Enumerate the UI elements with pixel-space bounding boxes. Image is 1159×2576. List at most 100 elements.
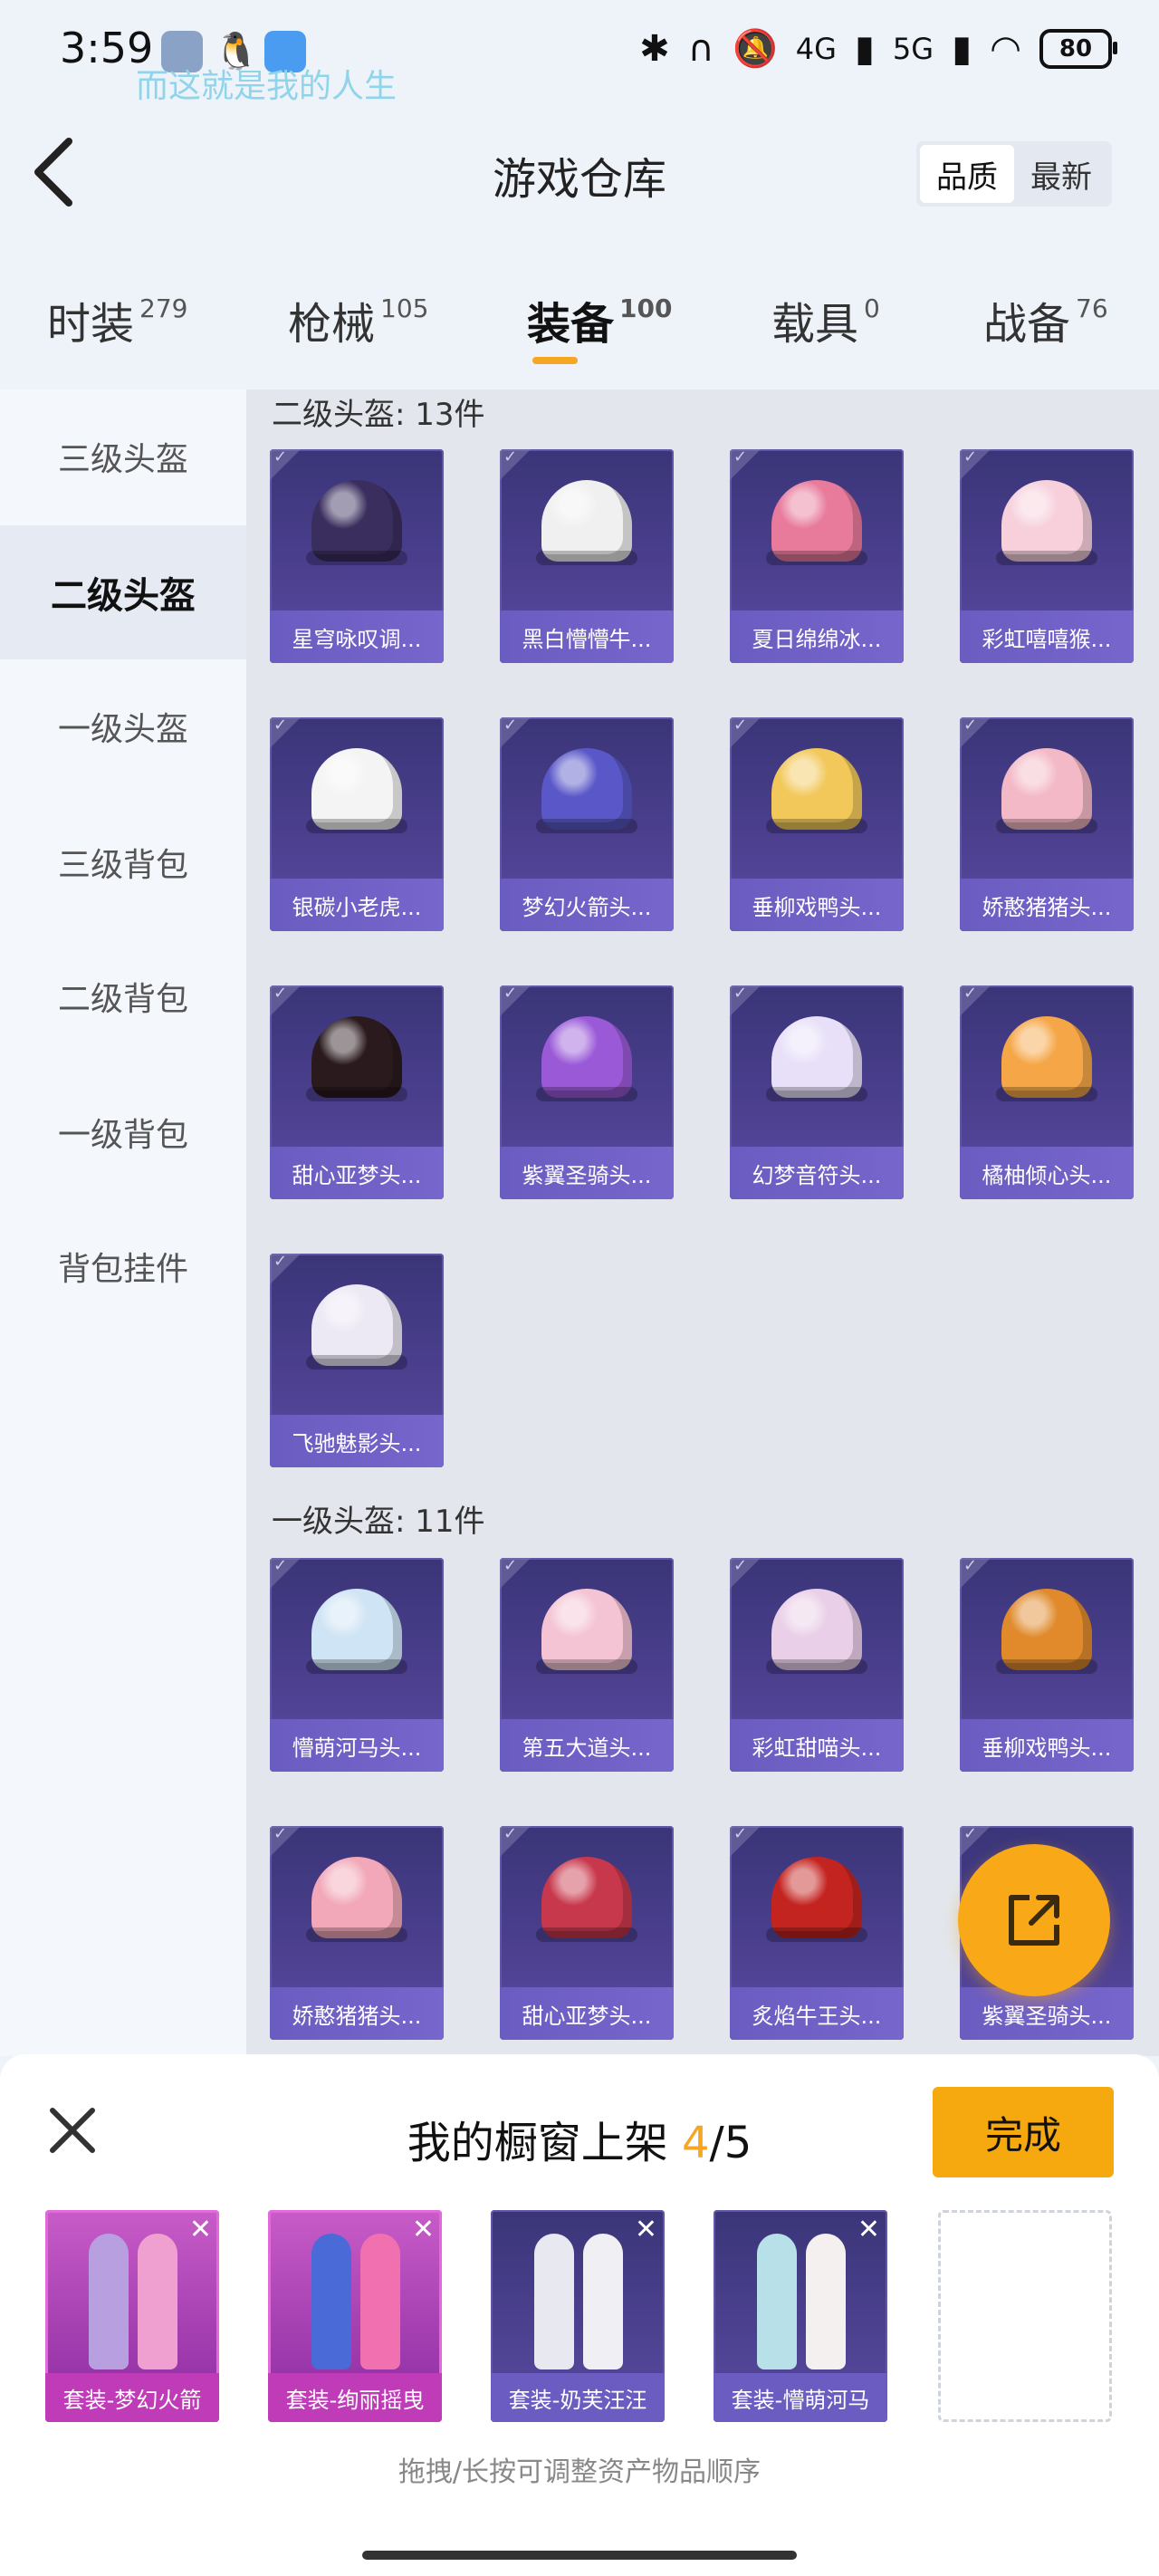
item-name: 幻梦音符头... bbox=[730, 1147, 904, 1199]
sidebar-item-level1-backpack[interactable]: 一级背包 bbox=[0, 1065, 246, 1199]
tab-count: 105 bbox=[380, 293, 429, 323]
sidebar-item-level3-backpack[interactable]: 三级背包 bbox=[0, 795, 246, 929]
check-icon bbox=[960, 449, 991, 480]
status-bar: 3:59 🐧 而这就是我的人生 ✱ ∩ 🔕 4G ▮ 5G ▮ ◠ 80 bbox=[0, 0, 1159, 109]
sidebar-item-level1-helmet[interactable]: 一级头盔 bbox=[0, 659, 246, 793]
helmet-item-card[interactable]: 懵萌河马头... bbox=[270, 1558, 444, 1772]
helmet-item-card[interactable]: 幻梦音符头... bbox=[730, 985, 904, 1199]
helmet-item-card[interactable]: 甜心亚梦头... bbox=[500, 1826, 674, 2040]
section-title-level1: 一级头盔: 11件 bbox=[272, 1504, 485, 1540]
showcase-slot[interactable]: ✕ 套装-梦幻火箭 bbox=[45, 2210, 219, 2422]
check-icon bbox=[960, 1558, 991, 1589]
outfit-figure bbox=[757, 2234, 797, 2369]
mute-icon: 🔕 bbox=[732, 28, 778, 70]
check-icon bbox=[500, 717, 531, 748]
helmet-image bbox=[306, 748, 407, 833]
helmet-image bbox=[536, 748, 637, 833]
sidebar: 三级头盔 二级头盔 一级头盔 三级背包 二级背包 一级背包 背包挂件 bbox=[0, 389, 246, 2056]
bluetooth-icon: ✱ bbox=[639, 27, 670, 70]
helmet-item-card[interactable]: 娇憨猪猪头... bbox=[270, 1826, 444, 2040]
showcase-slot[interactable]: ✕ 套装-奶芙汪汪 bbox=[491, 2210, 665, 2422]
item-name: 垂柳戏鸭头... bbox=[960, 1719, 1134, 1772]
share-button[interactable] bbox=[958, 1844, 1110, 1996]
item-name: 娇憨猪猪头... bbox=[960, 879, 1134, 931]
sidebar-item-level2-backpack[interactable]: 二级背包 bbox=[0, 929, 246, 1063]
helmet-image bbox=[996, 1016, 1097, 1101]
outfit-figure bbox=[89, 2234, 129, 2369]
sidebar-item-level2-helmet[interactable]: 二级头盔 bbox=[0, 525, 246, 659]
showcase-current-count: 4 bbox=[682, 2118, 710, 2168]
helmet-item-card[interactable]: 彩虹嘻嘻猴... bbox=[960, 449, 1134, 663]
remove-icon[interactable]: ✕ bbox=[635, 2214, 657, 2245]
tab-label: 载具 bbox=[771, 299, 859, 350]
item-name: 垂柳戏鸭头... bbox=[730, 879, 904, 931]
helmet-item-card[interactable]: 垂柳戏鸭头... bbox=[960, 1558, 1134, 1772]
remove-icon[interactable]: ✕ bbox=[857, 2214, 880, 2245]
tab-label: 战备 bbox=[983, 299, 1071, 350]
helmet-item-card[interactable]: 黑白懵懵牛... bbox=[500, 449, 674, 663]
showcase-title-text: 我的橱窗上架 bbox=[407, 2118, 682, 2168]
page-header: 游戏仓库 品质 最新 bbox=[0, 127, 1159, 226]
category-tabs: 时装 279 枪械 105 装备 100 载具 0 战备 76 bbox=[0, 272, 1159, 371]
helmet-image bbox=[996, 480, 1097, 565]
helmet-item-card[interactable]: 娇憨猪猪头... bbox=[960, 717, 1134, 931]
sort-quality-button[interactable]: 品质 bbox=[920, 145, 1014, 203]
helmet-image bbox=[996, 748, 1097, 833]
item-name: 夏日绵绵冰... bbox=[730, 610, 904, 663]
check-icon bbox=[500, 1558, 531, 1589]
signal-icon: ▮ bbox=[854, 27, 875, 70]
helmet-item-card[interactable]: 星穹咏叹调... bbox=[270, 449, 444, 663]
active-tab-indicator bbox=[532, 357, 578, 364]
helmet-image bbox=[536, 1016, 637, 1101]
helmet-item-card[interactable]: 垂柳戏鸭头... bbox=[730, 717, 904, 931]
tab-fashion[interactable]: 时装 279 bbox=[47, 288, 187, 351]
tab-count: 279 bbox=[139, 293, 188, 323]
tab-equipment[interactable]: 装备 100 bbox=[527, 288, 672, 351]
item-name: 黑白懵懵牛... bbox=[500, 610, 674, 663]
check-icon bbox=[960, 1826, 991, 1857]
helmet-item-card[interactable]: 飞驰魅影头... bbox=[270, 1254, 444, 1467]
helmet-item-card[interactable]: 彩虹甜喵头... bbox=[730, 1558, 904, 1772]
helmet-image bbox=[306, 1016, 407, 1101]
sidebar-item-backpack-pendant[interactable]: 背包挂件 bbox=[0, 1199, 246, 1333]
showcase-sheet: 我的橱窗上架 4/5 完成 ✕ 套装-梦幻火箭 ✕ 套装-绚丽摇曳 ✕ 套装-奶芙汪汪 ✕ 套… bbox=[0, 2054, 1159, 2576]
helmet-item-card[interactable]: 橘柚倾心头... bbox=[960, 985, 1134, 1199]
helmet-item-card[interactable]: 梦幻火箭头... bbox=[500, 717, 674, 931]
helmet-item-card[interactable]: 炙焰牛王头... bbox=[730, 1826, 904, 2040]
tab-vehicles[interactable]: 载具 0 bbox=[771, 288, 880, 351]
tab-weapons[interactable]: 枪械 105 bbox=[288, 288, 428, 351]
wifi-icon: ◠ bbox=[990, 27, 1021, 70]
sidebar-item-level3-helmet[interactable]: 三级头盔 bbox=[0, 389, 246, 524]
item-name: 甜心亚梦头... bbox=[500, 1987, 674, 2040]
home-indicator[interactable] bbox=[362, 2551, 797, 2560]
battery-indicator: 80 bbox=[1039, 28, 1117, 69]
outfit-figure bbox=[311, 2234, 351, 2369]
tab-count: 0 bbox=[864, 293, 880, 323]
reorder-hint: 拖拽/长按可调整资产物品顺序 bbox=[398, 2456, 761, 2488]
helmet-item-card[interactable]: 紫翼圣骑头... bbox=[500, 985, 674, 1199]
helmet-image bbox=[766, 1857, 867, 1942]
check-icon bbox=[270, 1826, 301, 1857]
helmet-image bbox=[766, 1016, 867, 1101]
helmet-item-card[interactable]: 银碳小老虎... bbox=[270, 717, 444, 931]
helmet-item-card[interactable]: 夏日绵绵冰... bbox=[730, 449, 904, 663]
showcase-slot[interactable]: ✕ 套装-绚丽摇曳 bbox=[268, 2210, 442, 2422]
item-name: 飞驰魅影头... bbox=[270, 1415, 444, 1467]
item-name: 娇憨猪猪头... bbox=[270, 1987, 444, 2040]
tab-label: 时装 bbox=[47, 299, 135, 350]
check-icon bbox=[730, 985, 761, 1016]
helmet-image bbox=[306, 480, 407, 565]
helmet-item-card[interactable]: 甜心亚梦头... bbox=[270, 985, 444, 1199]
sort-latest-button[interactable]: 最新 bbox=[1014, 145, 1108, 203]
helmet-item-card[interactable]: 第五大道头... bbox=[500, 1558, 674, 1772]
showcase-slot[interactable]: ✕ 套装-懵萌河马 bbox=[714, 2210, 887, 2422]
empty-showcase-slot[interactable] bbox=[938, 2210, 1112, 2422]
showcase-total-count: /5 bbox=[709, 2118, 752, 2168]
done-button[interactable]: 完成 bbox=[933, 2087, 1114, 2177]
remove-icon[interactable]: ✕ bbox=[189, 2214, 212, 2245]
tab-label: 装备 bbox=[527, 299, 615, 350]
tab-supplies[interactable]: 战备 76 bbox=[983, 288, 1108, 351]
remove-icon[interactable]: ✕ bbox=[412, 2214, 435, 2245]
item-name: 彩虹甜喵头... bbox=[730, 1719, 904, 1772]
tab-count: 100 bbox=[619, 293, 673, 323]
